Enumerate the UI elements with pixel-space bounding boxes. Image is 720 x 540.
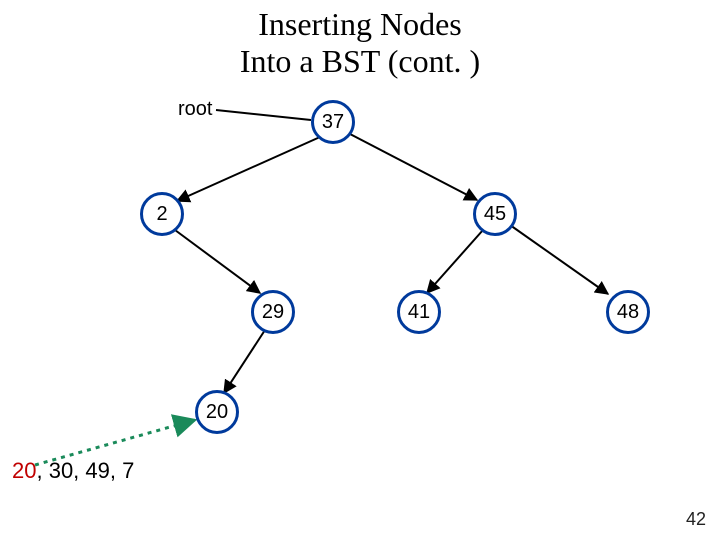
node-48-value: 48: [617, 301, 639, 324]
node-20: 20: [195, 390, 239, 434]
title-line-1: Inserting Nodes: [0, 6, 720, 43]
insert-sequence: 20, 30, 49, 7: [12, 458, 134, 484]
node-45-value: 45: [484, 203, 506, 226]
insert-seq-current: 20: [12, 458, 36, 483]
node-20-value: 20: [206, 401, 228, 424]
node-2: 2: [140, 192, 184, 236]
root-label: root: [178, 98, 212, 121]
node-41-value: 41: [408, 301, 430, 324]
node-41: 41: [397, 290, 441, 334]
node-45: 45: [473, 192, 517, 236]
node-48: 48: [606, 290, 650, 334]
insert-seq-rest: , 30, 49, 7: [36, 458, 134, 483]
node-29-value: 29: [262, 301, 284, 324]
slide-title: Inserting Nodes Into a BST (cont. ): [0, 6, 720, 80]
node-2-value: 2: [156, 203, 167, 226]
node-37: 37: [311, 100, 355, 144]
node-29: 29: [251, 290, 295, 334]
title-line-2: Into a BST (cont. ): [0, 43, 720, 80]
node-37-value: 37: [322, 111, 344, 134]
page-number: 42: [686, 509, 706, 530]
